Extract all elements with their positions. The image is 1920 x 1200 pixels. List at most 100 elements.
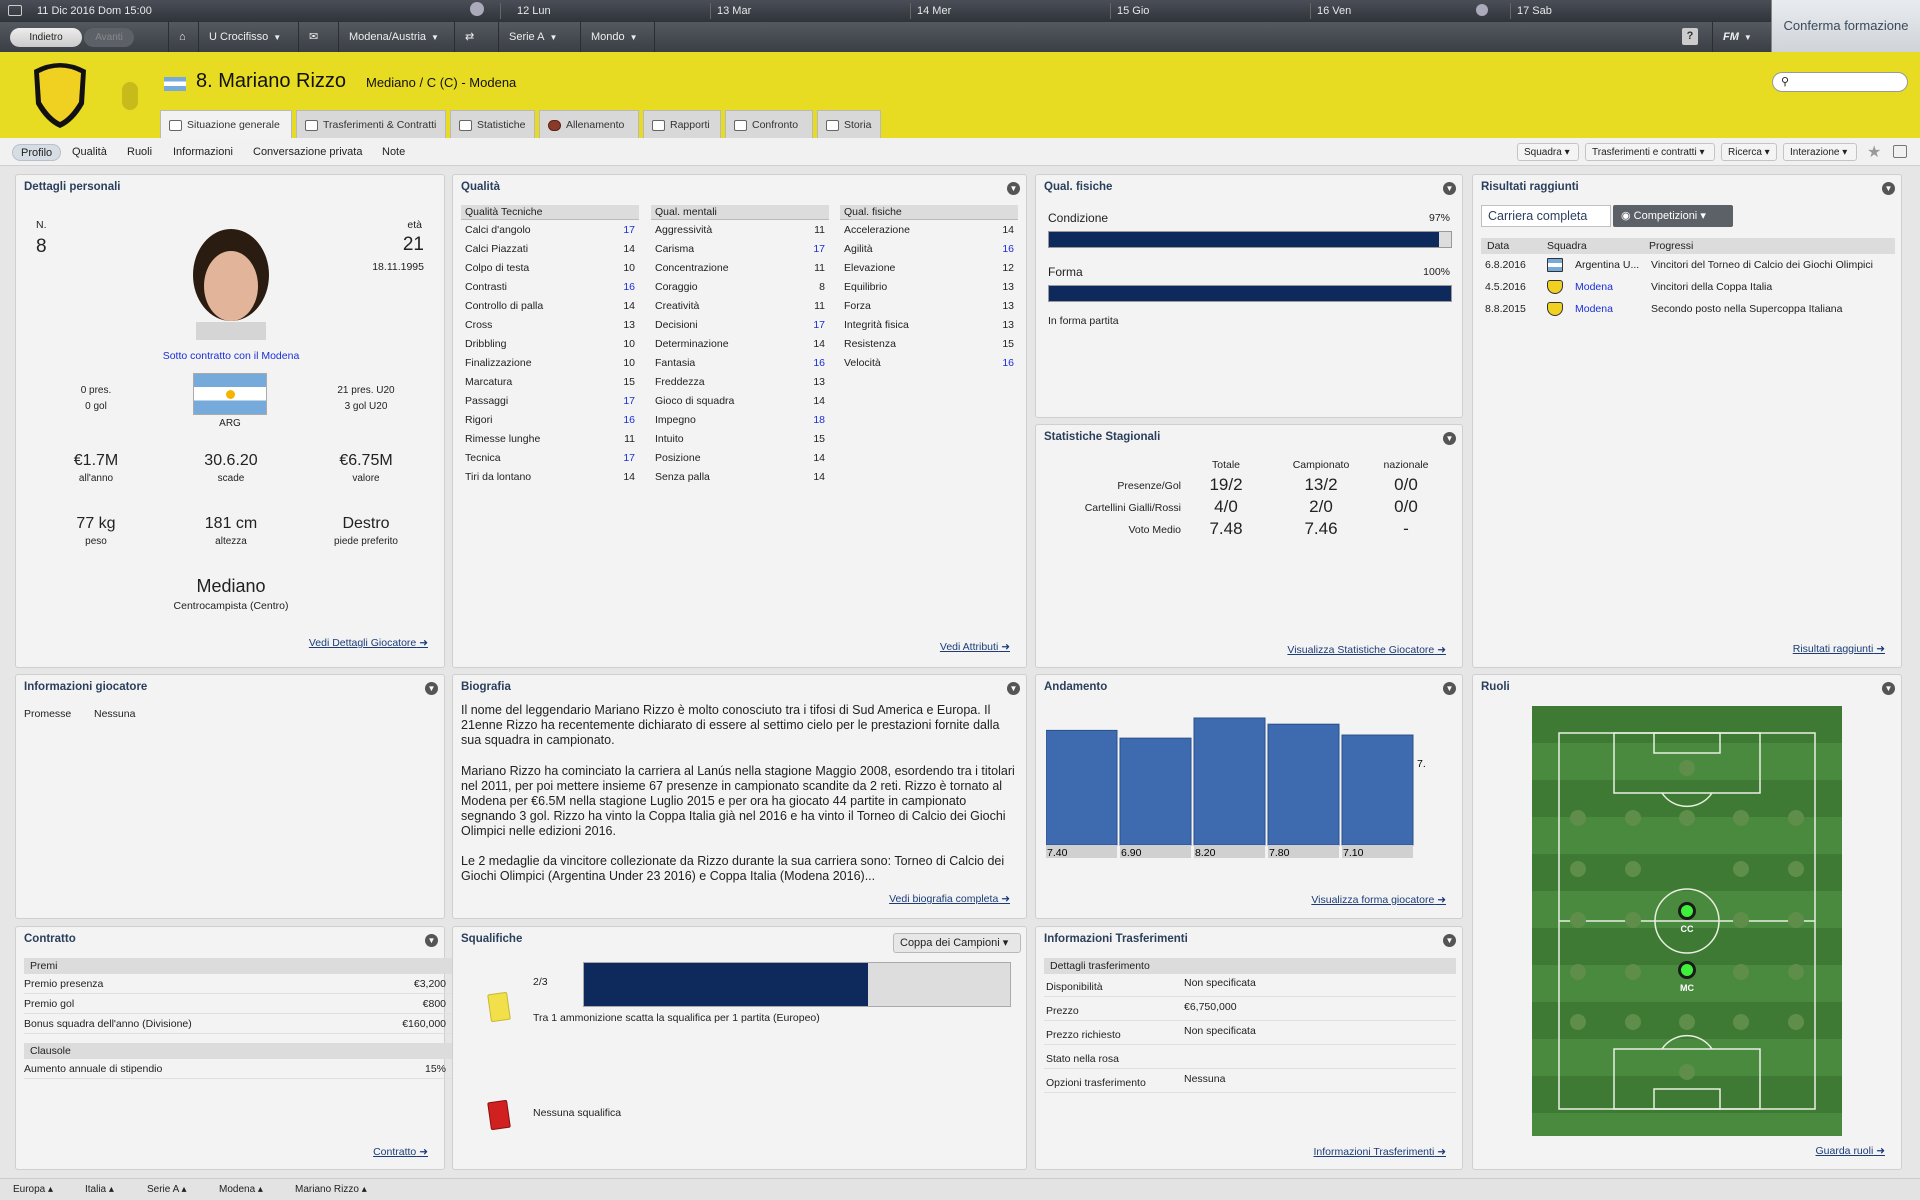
form-link[interactable]: Visualizza forma giocatore ➜ xyxy=(1311,894,1446,906)
tab-stats[interactable]: Statistiche xyxy=(450,110,535,138)
collapse-icon[interactable]: ▼ xyxy=(1443,682,1456,695)
collapse-icon[interactable]: ▼ xyxy=(425,682,438,695)
calendar-icon[interactable] xyxy=(8,5,22,16)
collapse-icon[interactable]: ▼ xyxy=(1443,934,1456,947)
forward-button[interactable]: Avanti xyxy=(84,28,134,47)
breadcrumb-item[interactable]: Europa ▴ xyxy=(13,1184,53,1195)
achievement-progress: Vincitori della Coppa Italia xyxy=(1651,281,1773,293)
subnav-info[interactable]: Informazioni xyxy=(165,144,241,161)
search-dropdown[interactable]: Ricerca ▾ xyxy=(1721,143,1777,161)
roles-link[interactable]: Guarda ruoli ➜ xyxy=(1816,1145,1886,1157)
team-dropdown[interactable]: U Crocifisso ▼ xyxy=(198,22,298,52)
player-details-link[interactable]: Vedi Dettagli Giocatore ➜ xyxy=(309,637,428,649)
form-bar[interactable] xyxy=(1193,717,1266,846)
world-dropdown[interactable]: Mondo ▼ xyxy=(580,22,654,52)
search-input[interactable]: ⚲ xyxy=(1772,72,1908,92)
collapse-icon[interactable]: ▼ xyxy=(1007,682,1020,695)
tab-reports[interactable]: Rapporti xyxy=(643,110,721,138)
breadcrumb-item[interactable]: Modena ▴ xyxy=(219,1184,263,1195)
tab-transfers[interactable]: Trasferimenti & Contratti xyxy=(296,110,446,138)
attribute-row: Marcatura 15 xyxy=(465,373,639,392)
back-button[interactable]: Indietro xyxy=(10,28,82,47)
squad-dropdown[interactable]: Squadra ▾ xyxy=(1517,143,1579,161)
position-dot xyxy=(1788,964,1804,980)
achievement-row[interactable]: 4.5.2016 Modena Vincitori della Coppa Ital… xyxy=(1481,279,1895,295)
attribute-row: Forza 13 xyxy=(844,297,1018,316)
confirm-lineup-button[interactable]: Conferma formazione xyxy=(1771,0,1920,52)
transfers-dropdown[interactable]: Trasferimenti e contratti ▾ xyxy=(1585,143,1715,161)
subnav-profile[interactable]: Profilo xyxy=(12,144,62,161)
day-cell[interactable]: 15 Gio xyxy=(1117,0,1149,22)
attribute-name: Elevazione xyxy=(844,262,896,274)
achievements-header: Data Squadra Progressi xyxy=(1481,238,1895,254)
subnav-notes[interactable]: Note xyxy=(374,144,413,161)
home-icon[interactable]: ⌂ xyxy=(168,22,198,52)
form-bar[interactable] xyxy=(1341,734,1414,846)
tab-full-career[interactable]: Carriera completa xyxy=(1481,205,1611,227)
achievement-team[interactable]: Modena xyxy=(1575,279,1613,295)
tab-history[interactable]: Storia xyxy=(817,110,881,138)
collapse-icon[interactable]: ▼ xyxy=(1882,182,1895,195)
contract-link[interactable]: Contratto ➜ xyxy=(373,1146,428,1158)
biography-link[interactable]: Vedi biografia completa ➜ xyxy=(889,893,1010,905)
collapse-icon[interactable]: ▼ xyxy=(1443,432,1456,445)
tab-compare[interactable]: Confronto xyxy=(725,110,813,138)
transfer-info-link[interactable]: Informazioni Trasferimenti ➜ xyxy=(1313,1146,1446,1158)
star-icon[interactable]: ★ xyxy=(1867,142,1881,162)
attribute-name: Rimesse lunghe xyxy=(465,433,541,445)
sub-navigation: Profilo Qualità Ruoli Informazioni Conve… xyxy=(0,138,1920,166)
attributes-link[interactable]: Vedi Attributi ➜ xyxy=(940,641,1010,653)
competitions-dropdown[interactable]: ◉ Competizioni ▾ xyxy=(1613,205,1733,227)
achievement-progress: Secondo posto nella Supercoppa Italiana xyxy=(1651,303,1843,315)
achievement-team[interactable]: Argentina U... xyxy=(1575,257,1639,273)
collapse-icon[interactable]: ▼ xyxy=(1007,182,1020,195)
day-cell[interactable]: 14 Mer xyxy=(917,0,951,22)
subnav-attributes[interactable]: Qualità xyxy=(64,144,115,161)
season-stats-link[interactable]: Visualizza Statistiche Giocatore ➜ xyxy=(1287,644,1446,656)
value-label: valore xyxy=(352,473,380,484)
report-icon xyxy=(652,120,665,131)
breadcrumb-item[interactable]: Serie A ▴ xyxy=(147,1184,187,1195)
collapse-icon[interactable]: ▼ xyxy=(1443,182,1456,195)
scroll-player-icon[interactable] xyxy=(122,82,138,110)
fm-menu[interactable]: FM ▼ xyxy=(1712,22,1770,52)
collapse-icon[interactable]: ▼ xyxy=(1882,682,1895,695)
day-cell[interactable]: 13 Mar xyxy=(717,0,751,22)
league-dropdown[interactable]: Modena/Austria ▼ xyxy=(338,22,458,52)
tab-overview[interactable]: Situazione generale xyxy=(160,110,292,139)
attribute-value: 8 xyxy=(819,281,825,293)
subnav-roles[interactable]: Ruoli xyxy=(119,144,160,161)
form-bar[interactable] xyxy=(1046,729,1118,846)
notes-icon[interactable] xyxy=(1893,145,1907,158)
achievement-row[interactable]: 8.8.2015 Modena Secondo posto nella Superc… xyxy=(1481,301,1895,317)
form-bar[interactable] xyxy=(1267,723,1340,846)
player-header: 8. Mariano Rizzo Mediano / C (C) - Moden… xyxy=(0,52,1920,139)
attribute-value: 11 xyxy=(814,300,825,312)
attribute-name: Velocità xyxy=(844,357,881,369)
day-cell[interactable]: 17 Sab xyxy=(1517,0,1552,22)
competition-dropdown[interactable]: Coppa dei Campioni ▾ xyxy=(893,933,1021,953)
age-label: età xyxy=(407,219,422,231)
help-icon[interactable]: ? xyxy=(1682,28,1698,45)
swap-icon[interactable]: ⇄ xyxy=(454,22,494,52)
bio-paragraph: Mariano Rizzo ha cominciato la carriera … xyxy=(461,764,1015,838)
mail-icon[interactable]: ✉ xyxy=(298,22,334,52)
day-cell[interactable]: 16 Ven xyxy=(1317,0,1351,22)
subnav-private-chat[interactable]: Conversazione privata xyxy=(245,144,370,161)
form-bar[interactable] xyxy=(1119,737,1192,846)
achievement-team[interactable]: Modena xyxy=(1575,301,1613,317)
breadcrumb-item[interactable]: Mariano Rizzo ▴ xyxy=(295,1184,367,1195)
player-info-panel: Informazioni giocatore ▼ Promesse Nessun… xyxy=(15,674,445,919)
yellow-count: 2/3 xyxy=(533,976,548,988)
position-dot xyxy=(1733,964,1749,980)
interaction-dropdown[interactable]: Interazione ▾ xyxy=(1783,143,1857,161)
collapse-icon[interactable]: ▼ xyxy=(425,934,438,947)
breadcrumb-item[interactable]: Italia ▴ xyxy=(85,1184,114,1195)
achievements-link[interactable]: Risultati raggiunti ➜ xyxy=(1793,643,1885,655)
transfer-label: Disponibilità xyxy=(1046,981,1103,993)
achievement-row[interactable]: 6.8.2016 Argentina U... Vincitori del Torn… xyxy=(1481,257,1895,273)
achievement-date: 4.5.2016 xyxy=(1485,281,1526,293)
day-cell[interactable]: 12 Lun xyxy=(517,0,551,22)
competition-dropdown[interactable]: Serie A ▼ xyxy=(498,22,580,52)
tab-training[interactable]: Allenamento xyxy=(539,110,639,138)
